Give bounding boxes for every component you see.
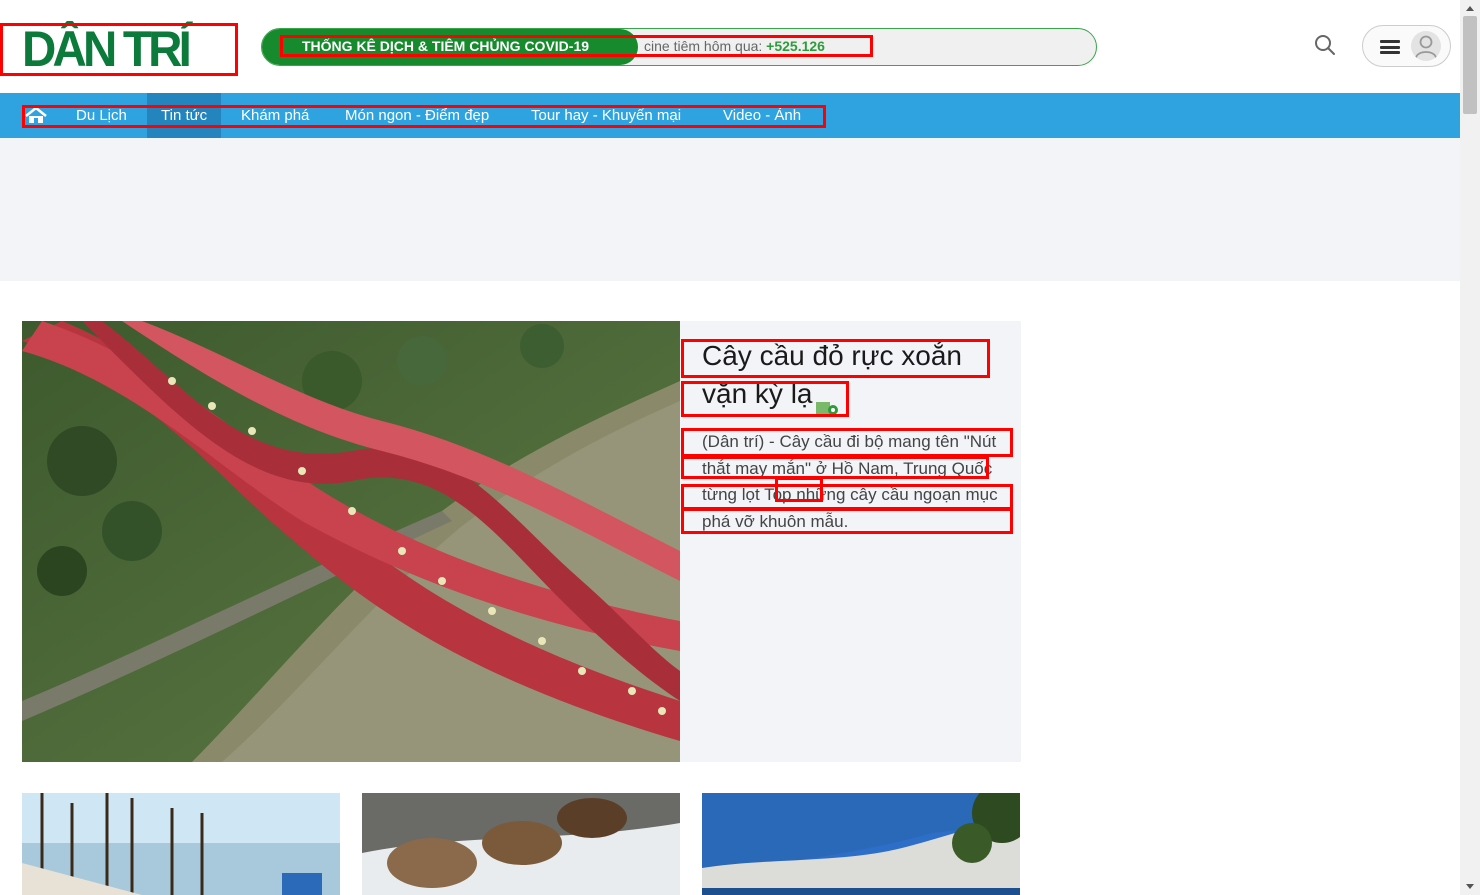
- site-header: DÂN TRÍ THỐNG KÊ DỊCH & TIÊM CHỦNG COVID…: [0, 0, 1458, 93]
- featured-description: (Dân trí) - Cây cầu đi bộ mang tên "Nút …: [702, 432, 998, 531]
- nav-item-tin-tuc[interactable]: Tin tức: [147, 93, 222, 138]
- search-icon[interactable]: [1312, 32, 1338, 58]
- page-scrollbar[interactable]: [1460, 0, 1480, 895]
- thumb-article-2[interactable]: [362, 793, 680, 895]
- nav-item-video-anh[interactable]: Video - Ảnh: [709, 93, 815, 138]
- nav-item-kham-pha[interactable]: Khám phá: [227, 93, 323, 138]
- ticker-text: cine tiêm hôm qua: +525.126: [644, 29, 825, 64]
- main-nav: Du Lịch Tin tức Khám phá Món ngon - Điểm…: [0, 93, 1460, 138]
- hamburger-icon: [1380, 40, 1400, 54]
- dantri-logo[interactable]: DÂN TRÍ: [22, 21, 217, 77]
- thumb-article-1[interactable]: [22, 793, 340, 895]
- ticker-tag[interactable]: THỐNG KÊ DỊCH & TIÊM CHỦNG COVID-19: [262, 29, 638, 65]
- featured-image[interactable]: [22, 321, 680, 762]
- nav-item-tour-hay[interactable]: Tour hay - Khuyến mại: [517, 93, 695, 138]
- ad-banner-area: [0, 138, 1460, 281]
- user-menu-button[interactable]: [1362, 25, 1451, 67]
- photo-gallery-icon: [815, 388, 839, 415]
- scroll-thumb[interactable]: [1463, 16, 1477, 114]
- logo-text: DÂN TRÍ: [22, 21, 192, 77]
- nav-item-du-lich[interactable]: Du Lịch: [62, 93, 141, 138]
- featured-article[interactable]: Cây cầu đỏ rực xoắn vặn kỳ lạ (Dân trí) …: [22, 321, 1021, 762]
- featured-title[interactable]: Cây cầu đỏ rực xoắn vặn kỳ lạ: [702, 337, 1002, 415]
- covid-ticker[interactable]: THỐNG KÊ DỊCH & TIÊM CHỦNG COVID-19 cine…: [261, 28, 1097, 66]
- ticker-text-prefix: cine tiêm hôm qua:: [644, 38, 767, 54]
- scroll-up-arrow-icon[interactable]: [1466, 6, 1474, 11]
- user-avatar-icon: [1411, 31, 1441, 61]
- ticker-number: +525.126: [766, 38, 825, 54]
- scroll-down-arrow-icon[interactable]: [1466, 884, 1474, 889]
- thumb-article-3[interactable]: [702, 793, 1020, 895]
- nav-item-mon-ngon[interactable]: Món ngon - Điểm đẹp: [331, 93, 503, 138]
- home-icon[interactable]: [24, 105, 48, 125]
